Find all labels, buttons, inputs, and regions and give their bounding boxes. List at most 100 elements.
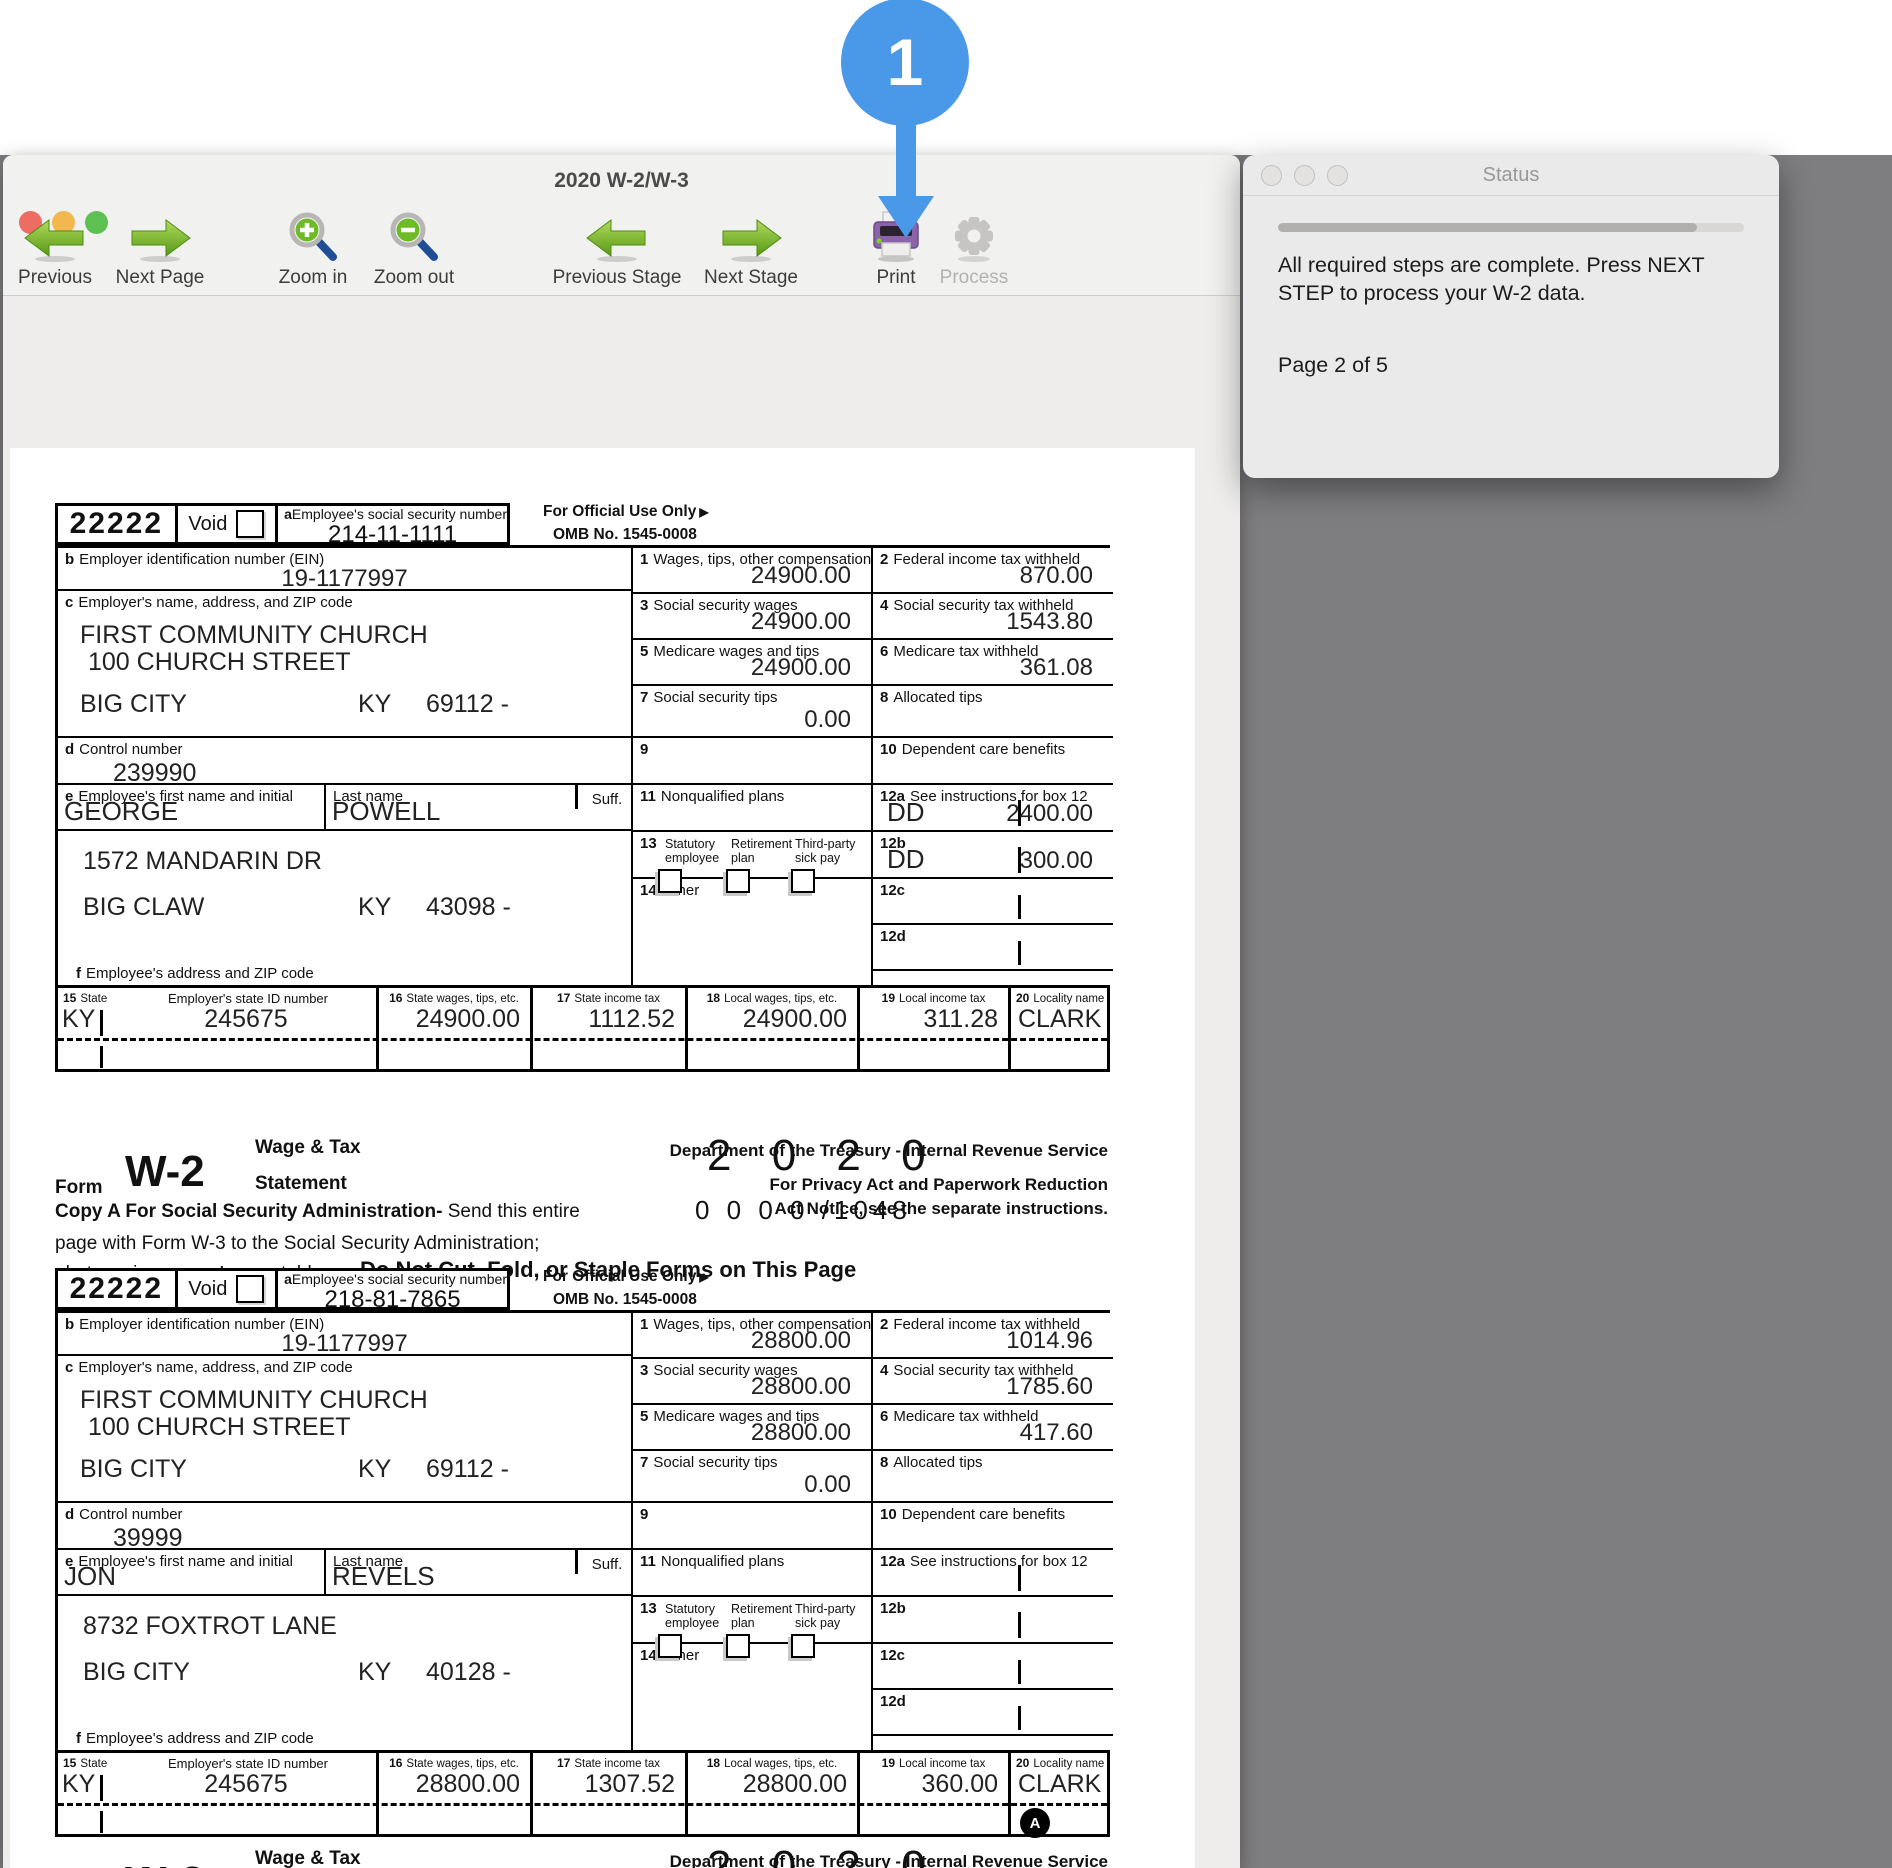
box-10: 10Dependent care benefits — [873, 1503, 1113, 1550]
catalog-number: 0 0 0 0 /1048 — [695, 1195, 912, 1226]
statement-label: Statement — [255, 1173, 347, 1195]
box-19-value: 311.28 — [861, 1005, 998, 1034]
footer-line-2: page with Form W-3 to the Social Securit… — [55, 1233, 539, 1255]
progress-bar — [1278, 223, 1744, 232]
box-12d-tick — [1018, 1706, 1021, 1730]
box-6: 6Medicare tax withheld 417.60 — [873, 1405, 1113, 1451]
box-9: 9 — [633, 738, 873, 785]
zoom-out-button[interactable]: Zoom out — [364, 205, 464, 289]
next-stage-button[interactable]: Next Stage — [691, 205, 811, 289]
box-17-value: 1112.52 — [534, 1005, 675, 1034]
previous-stage-button[interactable]: Previous Stage — [547, 205, 687, 289]
w2-state-table: 15State Employer's state ID number 16Sta… — [55, 1750, 1110, 1837]
w2-footer-copy-2: 2 0 2 0 Department of the Treasury - Int… — [55, 1842, 1110, 1868]
box-ein: bEmployer identification number (EIN) 19… — [58, 548, 633, 591]
box-14: 14Other — [633, 1644, 873, 1753]
state-value: KY — [62, 1005, 95, 1034]
w2-form-copy-1: 22222 Void aEmployee's social security n… — [55, 503, 1110, 1072]
box-employer: cEmployer's name, address, and ZIP code … — [58, 1356, 633, 1503]
ein-value: 19-1177997 — [58, 1333, 631, 1355]
void-cell: Void — [175, 506, 276, 542]
privacy-line-1: For Privacy Act and Paperwork Reduction — [769, 1175, 1108, 1195]
box-last-name: Last name POWELL — [326, 785, 575, 831]
box-12b-code: DD — [887, 844, 925, 875]
box-18-value: 24900.00 — [689, 1005, 847, 1034]
box-16-label: 16State wages, tips, etc. — [380, 991, 528, 1005]
box-employee-address: 8732 FOXTROT LANE BIG CITY KY 40128 - fE… — [58, 1596, 633, 1753]
official-use-block: For Official Use Only▶ OMB No. 1545-0008 — [543, 503, 709, 544]
employee-state: KY — [358, 893, 391, 922]
box-6-value: 417.60 — [1020, 1419, 1093, 1447]
zoom-out-icon — [364, 205, 464, 263]
box-1-value: 24900.00 — [751, 562, 851, 590]
box-6-value: 361.08 — [1020, 654, 1093, 682]
minimize-button[interactable] — [1294, 165, 1315, 186]
box-18-label: 18Local wages, tips, etc. — [689, 1756, 855, 1770]
third-party-sick-pay-label: Third-partysick pay — [795, 1602, 855, 1630]
box-4-value: 1785.60 — [1006, 1373, 1093, 1401]
box-12a: 12aSee instructions for box 12 — [873, 1550, 1113, 1597]
w2-state-table: 15State Employer's state ID number 16Sta… — [55, 985, 1110, 1072]
official-use-label: For Official Use Only▶ — [543, 1268, 709, 1286]
box-5-value: 28800.00 — [751, 1419, 851, 1447]
form-w2-title: W-2 — [125, 1858, 205, 1868]
document-page: 22222 Void aEmployee's social security n… — [10, 448, 1195, 1868]
status-titlebar: Status — [1243, 155, 1779, 196]
w2-header-box: 22222 Void aEmployee's social security n… — [55, 1268, 510, 1310]
first-name-value: GEORGE — [64, 796, 178, 827]
box-employee-address: 1572 MANDARIN DR BIG CLAW KY 43098 - fEm… — [58, 831, 633, 988]
w2-main-table: bEmployer identification number (EIN) 19… — [55, 545, 1110, 985]
box-4: 4Social security tax withheld 1785.60 — [873, 1359, 1113, 1405]
last-name-value: POWELL — [332, 796, 440, 827]
box-3-value: 28800.00 — [751, 1373, 851, 1401]
box-12b-value: 300.00 — [1020, 847, 1093, 875]
w2-main-table: bEmployer identification number (EIN) 19… — [55, 1310, 1110, 1750]
form-code: 22222 — [70, 507, 163, 541]
box-control-number: dControl number 39999 — [58, 1503, 633, 1550]
box-20-value: CLARK — [1018, 1770, 1101, 1799]
employee-city: BIG CLAW — [83, 893, 204, 922]
copy-a-line: Copy A For Social Security Administratio… — [55, 1201, 580, 1223]
main-window: 2020 W-2/W-3 Previous Next Page Zoom in — [3, 155, 1240, 1868]
box-2-value: 1014.96 — [1006, 1327, 1093, 1355]
ssn-label: aEmployee's social security number — [278, 1270, 507, 1287]
box-5-value: 24900.00 — [751, 654, 851, 682]
box-16-value: 28800.00 — [380, 1770, 520, 1799]
box-1-value: 28800.00 — [751, 1327, 851, 1355]
state-id-value: 245675 — [118, 1770, 374, 1799]
close-button[interactable] — [1261, 165, 1282, 186]
zoom-in-button[interactable]: Zoom in — [263, 205, 363, 289]
box-18-value: 28800.00 — [689, 1770, 847, 1799]
box-6: 6Medicare tax withheld 361.08 — [873, 640, 1113, 686]
box-12b: 12b — [873, 1597, 1113, 1644]
box-ein: bEmployer identification number (EIN) 19… — [58, 1313, 633, 1356]
box-7: 7Social security tips 0.00 — [633, 1451, 873, 1503]
box-12c: 12c — [873, 1644, 1113, 1690]
void-cell: Void — [175, 1271, 276, 1307]
ssn-value: 214-11-1111 — [278, 524, 507, 546]
box-7-value: 0.00 — [804, 706, 851, 734]
statutory-employee-label: Statutoryemployee — [665, 1602, 719, 1630]
box-4-value: 1543.80 — [1006, 608, 1093, 636]
zoom-button[interactable] — [1327, 165, 1348, 186]
box-11: 11Nonqualified plans — [633, 785, 873, 832]
ssn-value: 218-81-7865 — [278, 1289, 507, 1311]
box-7-value: 0.00 — [804, 1471, 851, 1499]
employer-name: FIRST COMMUNITY CHURCH — [80, 1386, 428, 1415]
right-triangle-icon: ▶ — [699, 505, 708, 519]
employer-street: 100 CHURCH STREET — [88, 1413, 351, 1442]
employee-zip: 40128 - — [426, 1658, 511, 1687]
box-20-label: 20Locality name — [1016, 1756, 1104, 1770]
box-12a-code: DD — [887, 797, 925, 828]
employer-city: BIG CITY — [80, 690, 187, 719]
statutory-employee-label: Statutoryemployee — [665, 837, 719, 865]
box-3: 3Social security wages 28800.00 — [633, 1359, 873, 1405]
previous-button[interactable]: Previous — [5, 205, 105, 289]
status-message: All required steps are complete. Press N… — [1278, 251, 1723, 307]
official-use-label: For Official Use Only▶ — [543, 503, 709, 521]
next-page-button[interactable]: Next Page — [110, 205, 210, 289]
process-button[interactable]: Process — [932, 205, 1016, 289]
cursor-marker-a: A — [1020, 1808, 1050, 1838]
control-number-value: 239990 — [113, 759, 196, 788]
w2-form-copy-2: 22222 Void aEmployee's social security n… — [55, 1268, 1110, 1837]
